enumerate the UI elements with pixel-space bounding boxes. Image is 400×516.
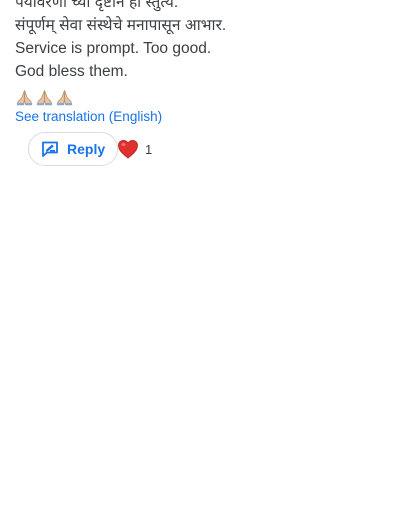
reaction-button[interactable]: 1 [118,139,152,159]
folded-hands-icon [36,90,53,106]
review-line: God bless them. [15,63,128,80]
review-line: Service is prompt. Too good. [15,40,212,57]
red-heart-icon [118,139,138,159]
folded-hands-icon [16,90,33,106]
reaction-count: 1 [145,141,153,157]
reply-icon [42,141,58,157]
see-translation-link[interactable]: See translation (English) [15,109,162,124]
emoji-row [15,84,390,106]
review-actions: Reply 1 [28,132,152,166]
folded-hands-icon [56,90,73,106]
review-line: संपूर्णम् सेवा संस्थेचे मनापासून आभार. [15,17,227,34]
reply-label: Reply [67,141,106,157]
reply-button[interactable]: Reply [28,132,118,166]
review-text: पर्यावरणी च्या दृष्टीने ही स्तुत्य. संपू… [15,0,390,106]
review-line: पर्यावरणी च्या दृष्टीने ही स्तुत्य. [15,0,179,11]
